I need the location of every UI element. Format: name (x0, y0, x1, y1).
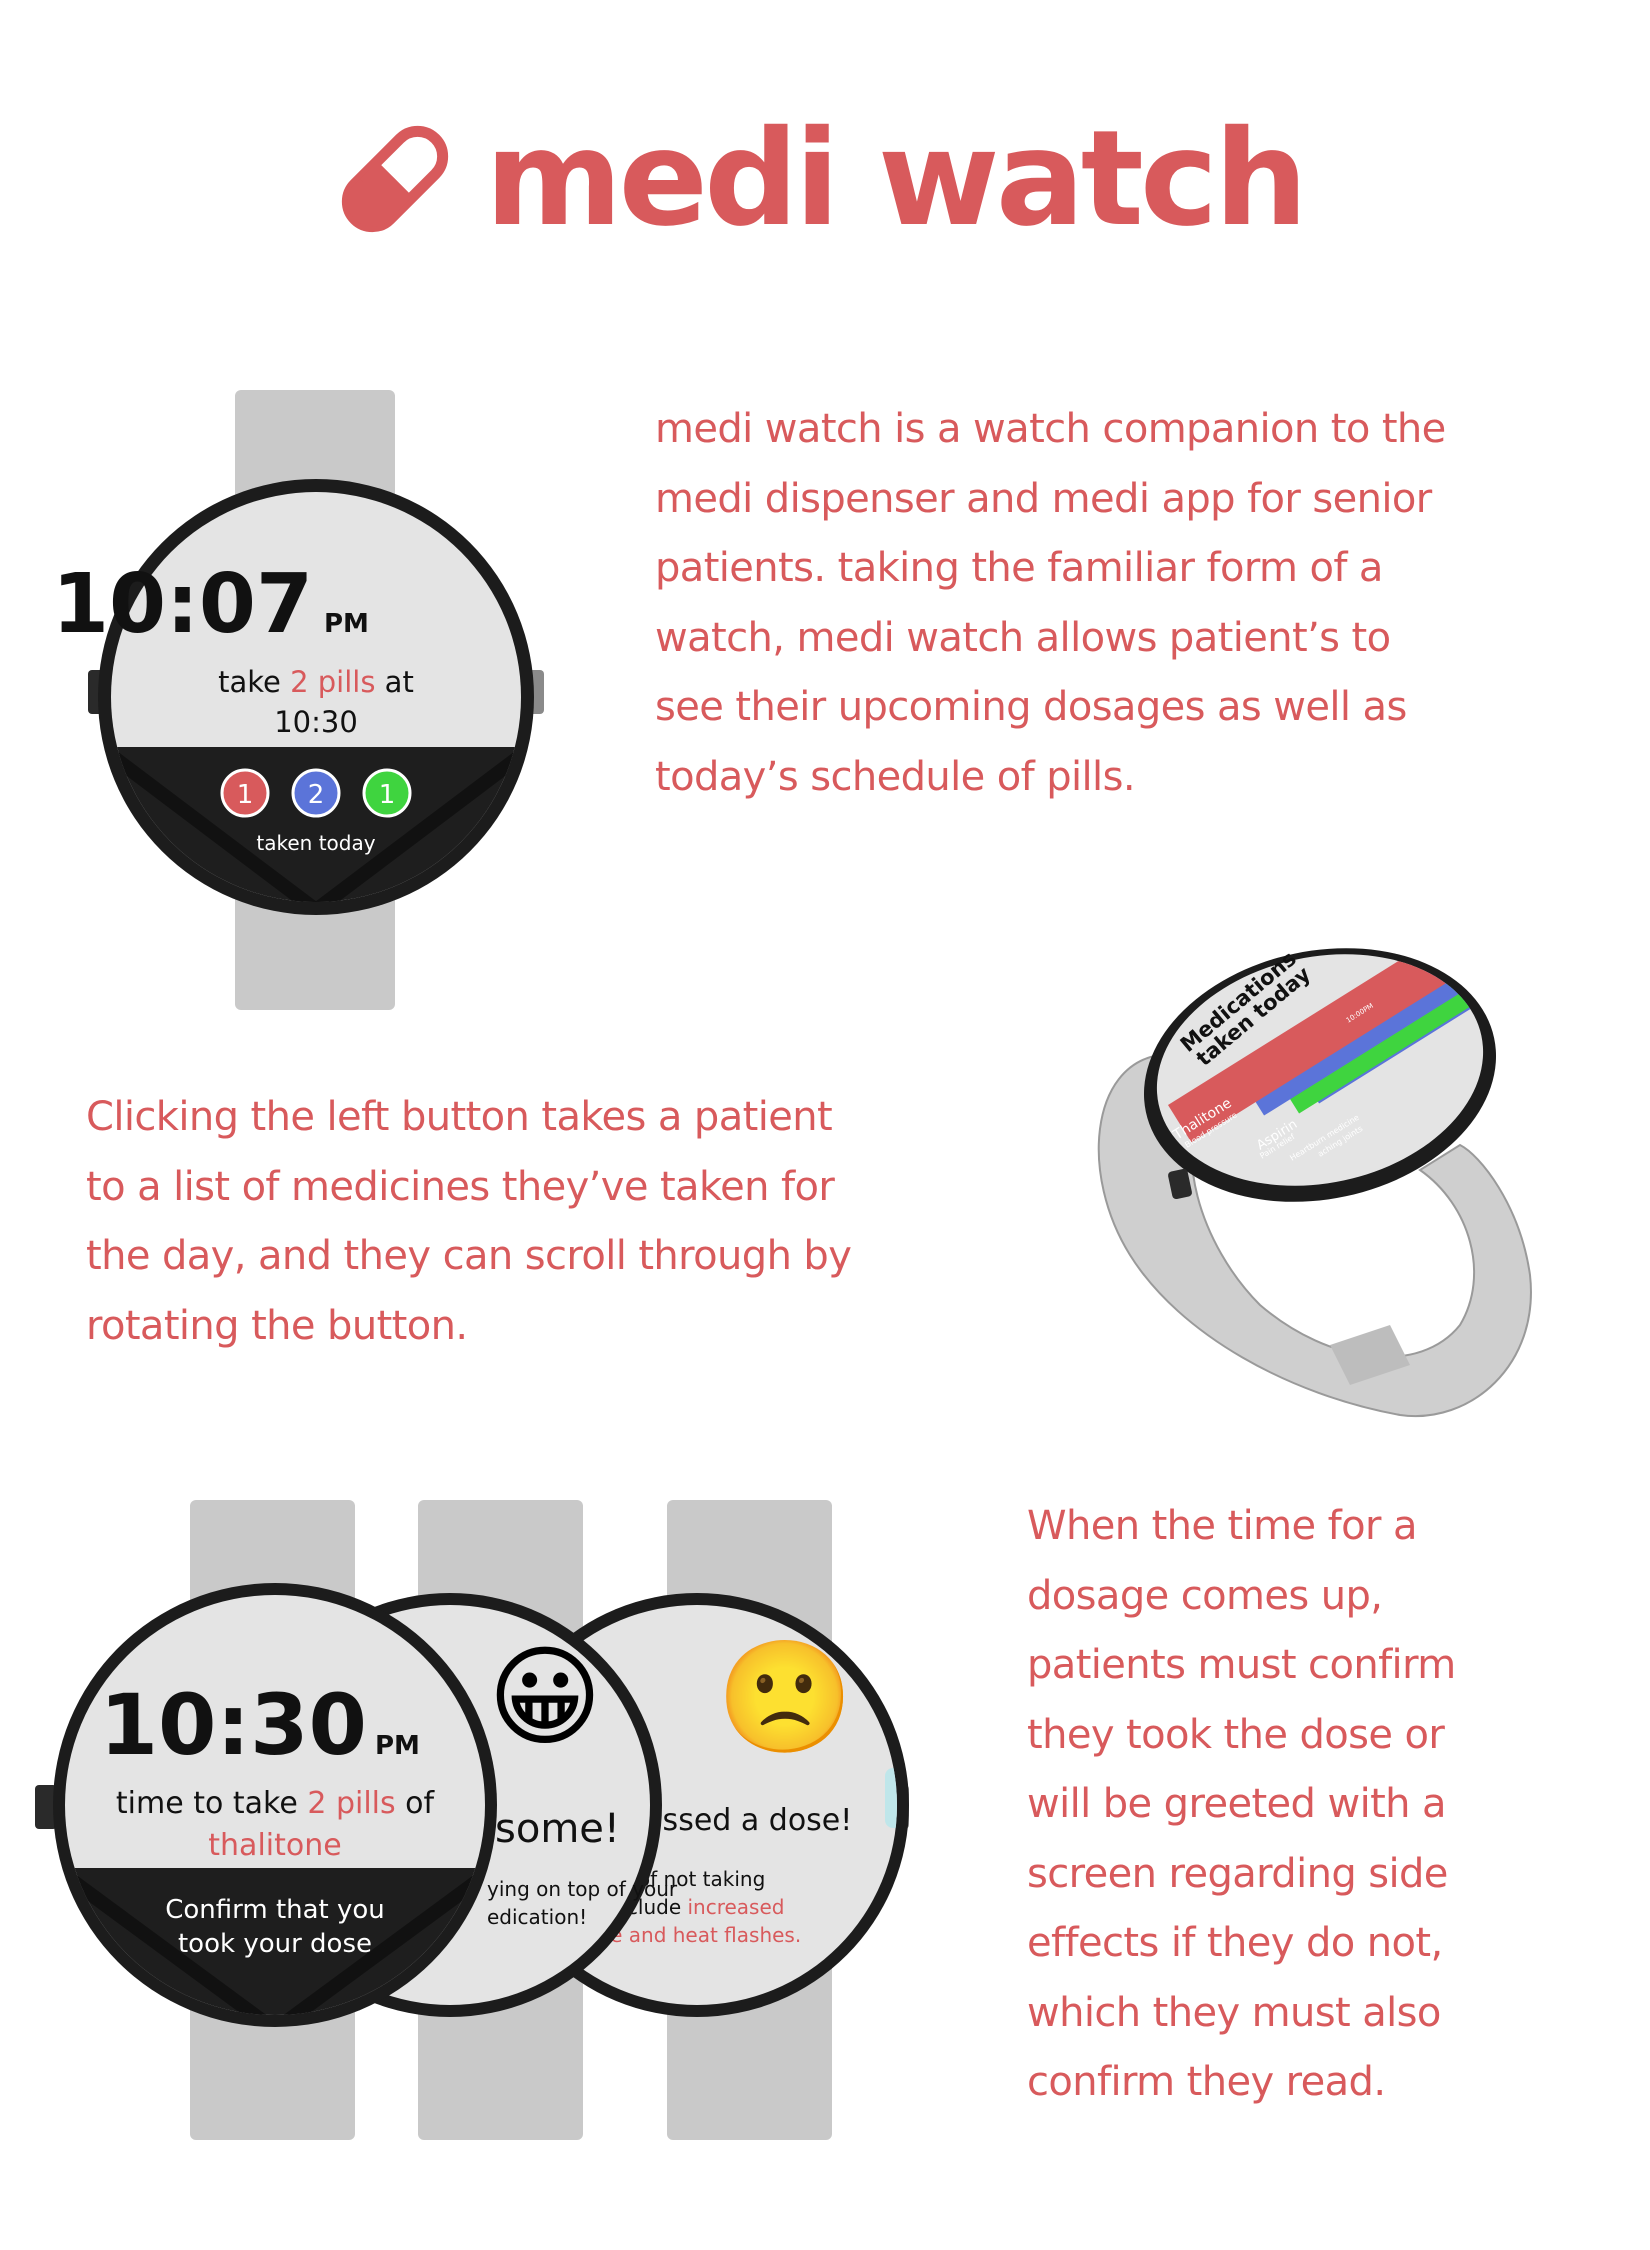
watch-next-dose: take 2 pills at (218, 665, 414, 699)
pill-count-badge: 1 (362, 768, 412, 818)
intro-line: watch, medi watch allows patient’s to (655, 614, 1391, 661)
svg-text:1: 1 (379, 780, 396, 810)
awesome-body: ying on top of your (487, 1877, 678, 1901)
smiley-face-icon: 😀 (488, 1633, 603, 1761)
list-line: Clicking the left button takes a patient (86, 1094, 833, 1140)
list-paragraph: Clicking the left button takes a patient… (86, 1083, 986, 1361)
app-title: medi watch (485, 102, 1308, 256)
confirm-line: dosage comes up, (1027, 1572, 1383, 1619)
pill-count-badge: 2 (291, 768, 341, 818)
pill-icon (341, 125, 449, 233)
watch-dose-sequence: 🙁 missed a dose! ects of not taking e in… (35, 1500, 909, 2140)
confirm-paragraph: When the time for a dosage comes up, pat… (1027, 1492, 1587, 2118)
confirm-line: patients must confirm (1027, 1642, 1456, 1688)
confirm-line: effects if they do not, (1027, 1920, 1443, 1966)
list-line: to a list of medicines they’ve taken for (86, 1163, 835, 1210)
confirm-dose-prompt[interactable]: took your dose (178, 1929, 372, 1959)
watch-ampm: PM (324, 609, 369, 639)
watch-ampm: PM (375, 1731, 420, 1761)
intro-line: see their upcoming dosages as well as (655, 684, 1407, 730)
confirm-line: which they must also (1027, 1989, 1441, 2036)
watch-time: 10:30 (100, 1676, 367, 1774)
confirm-line: they took the dose or (1027, 1711, 1445, 1758)
confirm-dose-prompt[interactable]: Confirm that you (165, 1895, 385, 1925)
confirm-line: When the time for a (1027, 1503, 1417, 1549)
sad-face-icon: 🙁 (717, 1633, 854, 1761)
list-line: rotating the button. (86, 1302, 468, 1349)
confirm-line: will be greeted with a (1027, 1781, 1447, 1827)
svg-text:1: 1 (237, 780, 254, 810)
intro-line: patients. taking the familiar form of a (655, 545, 1383, 591)
confirm-line: screen regarding side (1027, 1850, 1448, 1897)
intro-line: today’s schedule of pills. (655, 753, 1136, 800)
dose-medication-name: thalitone (208, 1828, 341, 1863)
taken-today-label: taken today (256, 831, 375, 855)
awesome-headline: some! (495, 1806, 620, 1852)
intro-line: medi watch is a watch companion to the (655, 406, 1446, 452)
awesome-body: edication! (487, 1905, 587, 1929)
dose-instruction: time to take 2 pills of (116, 1786, 436, 1821)
watch-medications: Medications taken today Thalitone Blood … (1097, 935, 1532, 1418)
confirm-line: confirm they read. (1027, 2059, 1386, 2105)
intro-line: medi dispenser and medi app for senior (655, 475, 1432, 522)
logo: medi watch (330, 102, 1308, 256)
watch-next-dose-time: 10:30 (274, 705, 358, 739)
watch-time: 10:07 (52, 557, 313, 652)
pill-count-badge: 1 (220, 768, 270, 818)
svg-text:2: 2 (308, 780, 325, 810)
list-line: the day, and they can scroll through by (86, 1233, 852, 1279)
watch-home: 10:07 PM take 2 pills at 10:30 1 2 1 tak… (52, 390, 544, 1010)
intro-paragraph: medi watch is a watch companion to the m… (655, 395, 1555, 812)
